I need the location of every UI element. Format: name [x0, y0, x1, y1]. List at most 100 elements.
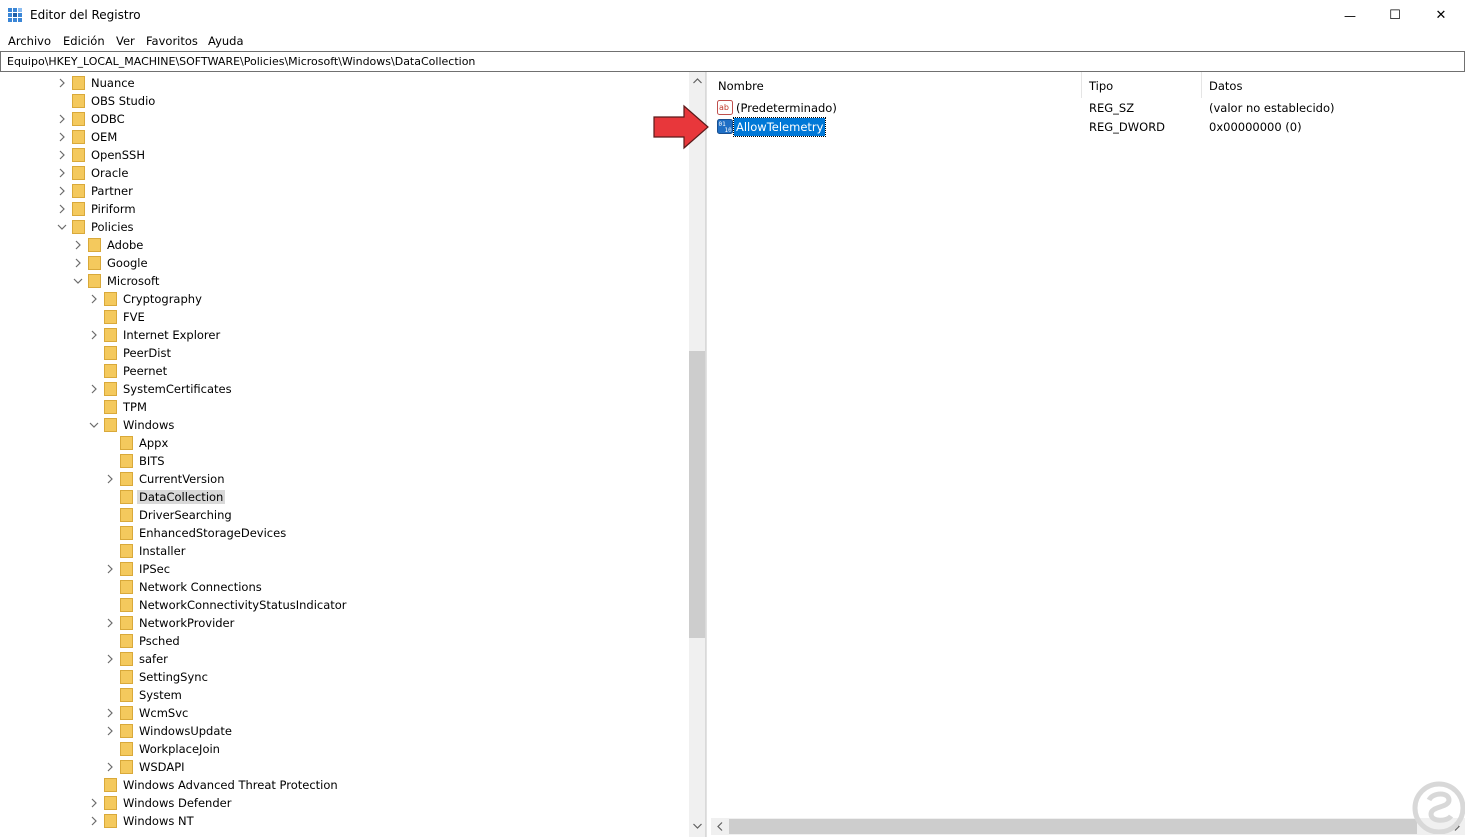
- column-separator[interactable]: [1081, 72, 1082, 98]
- chevron-right-icon[interactable]: [57, 149, 67, 161]
- list-scroll-thumb[interactable]: [729, 819, 1417, 834]
- chevron-right-icon[interactable]: [57, 113, 67, 125]
- folder-icon: [88, 256, 101, 270]
- tree-item[interactable]: TPM: [0, 398, 689, 416]
- chevron-right-icon[interactable]: [89, 329, 99, 341]
- tree-item[interactable]: Windows: [0, 416, 689, 434]
- tree-item[interactable]: Windows Defender: [0, 794, 689, 812]
- list-horizontal-scrollbar[interactable]: [711, 818, 1465, 835]
- tree-item[interactable]: OEM: [0, 128, 689, 146]
- tree-item[interactable]: Peernet: [0, 362, 689, 380]
- chevron-right-icon[interactable]: [105, 707, 115, 719]
- chevron-right-icon[interactable]: [105, 725, 115, 737]
- menu-ver[interactable]: Ver: [116, 34, 135, 48]
- tree-item[interactable]: Adobe: [0, 236, 689, 254]
- tree-item[interactable]: Partner: [0, 182, 689, 200]
- list-row[interactable]: ab (Predeterminado) REG_SZ (valor no est…: [711, 98, 1465, 117]
- tree-item[interactable]: DataCollection: [0, 488, 689, 506]
- tree-vertical-scrollbar[interactable]: [689, 72, 705, 837]
- tree-item[interactable]: WindowsUpdate: [0, 722, 689, 740]
- tree-item[interactable]: Installer: [0, 542, 689, 560]
- chevron-down-icon[interactable]: [89, 419, 99, 431]
- scroll-down-icon[interactable]: [689, 817, 705, 834]
- tree-item[interactable]: Windows NT: [0, 812, 689, 830]
- tree-item[interactable]: ODBC: [0, 110, 689, 128]
- tree-item[interactable]: Nuance: [0, 74, 689, 92]
- tree-item[interactable]: EnhancedStorageDevices: [0, 524, 689, 542]
- tree-item[interactable]: Network Connections: [0, 578, 689, 596]
- folder-icon: [104, 400, 117, 414]
- maximize-button[interactable]: ☐: [1372, 0, 1418, 31]
- menu-archivo[interactable]: Archivo: [8, 34, 51, 48]
- address-bar[interactable]: Equipo\HKEY_LOCAL_MACHINE\SOFTWARE\Polic…: [0, 51, 1465, 72]
- folder-icon: [120, 652, 133, 666]
- list-row[interactable]: 01 10 AllowTelemetry REG_DWORD 0x0000000…: [711, 117, 1465, 137]
- chevron-right-icon[interactable]: [105, 473, 115, 485]
- chevron-right-icon[interactable]: [89, 815, 99, 827]
- minimize-button[interactable]: —: [1327, 0, 1373, 31]
- tree-item[interactable]: Psched: [0, 632, 689, 650]
- tree-item[interactable]: WcmSvc: [0, 704, 689, 722]
- menu-ayuda[interactable]: Ayuda: [208, 34, 244, 48]
- tree-item-label: EnhancedStorageDevices: [139, 526, 287, 540]
- chevron-right-icon[interactable]: [57, 185, 67, 197]
- chevron-right-icon[interactable]: [89, 797, 99, 809]
- tree-item[interactable]: WorkplaceJoin: [0, 740, 689, 758]
- chevron-down-icon[interactable]: [73, 275, 83, 287]
- chevron-right-icon[interactable]: [57, 77, 67, 89]
- tree-item[interactable]: Windows Advanced Threat Protection: [0, 776, 689, 794]
- chevron-right-icon[interactable]: [105, 563, 115, 575]
- tree-item[interactable]: OBS Studio: [0, 92, 689, 110]
- folder-icon: [72, 76, 85, 90]
- chevron-right-icon[interactable]: [105, 617, 115, 629]
- tree-item-label: ODBC: [91, 112, 125, 126]
- tree-item[interactable]: SettingSync: [0, 668, 689, 686]
- tree-item[interactable]: DriverSearching: [0, 506, 689, 524]
- tree-scroll-thumb[interactable]: [689, 351, 705, 638]
- chevron-right-icon[interactable]: [57, 167, 67, 179]
- tree-item[interactable]: Microsoft: [0, 272, 689, 290]
- tree-item[interactable]: NetworkConnectivityStatusIndicator: [0, 596, 689, 614]
- value-name: (Predeterminado): [736, 101, 837, 115]
- chevron-right-icon[interactable]: [89, 383, 99, 395]
- registry-editor-icon: [8, 8, 22, 22]
- tree-item[interactable]: Google: [0, 254, 689, 272]
- chevron-right-icon[interactable]: [89, 293, 99, 305]
- folder-icon: [120, 526, 133, 540]
- tree-item[interactable]: Policies: [0, 218, 689, 236]
- tree-item[interactable]: OpenSSH: [0, 146, 689, 164]
- tree-item[interactable]: FVE: [0, 308, 689, 326]
- chevron-down-icon[interactable]: [57, 221, 67, 233]
- chevron-right-icon[interactable]: [73, 257, 83, 269]
- column-separator[interactable]: [1201, 72, 1202, 98]
- tree-item[interactable]: SystemCertificates: [0, 380, 689, 398]
- tree-item[interactable]: Appx: [0, 434, 689, 452]
- tree-item[interactable]: IPSec: [0, 560, 689, 578]
- tree-item[interactable]: System: [0, 686, 689, 704]
- tree-item[interactable]: WSDAPI: [0, 758, 689, 776]
- menu-favoritos[interactable]: Favoritos: [146, 34, 198, 48]
- column-header-datos[interactable]: Datos: [1209, 79, 1242, 93]
- tree-item[interactable]: Internet Explorer: [0, 326, 689, 344]
- tree-item[interactable]: Oracle: [0, 164, 689, 182]
- tree-item[interactable]: NetworkProvider: [0, 614, 689, 632]
- tree-item[interactable]: Cryptography: [0, 290, 689, 308]
- scroll-left-icon[interactable]: [711, 818, 728, 835]
- tree-item-label: System: [139, 688, 182, 702]
- minimize-icon: —: [1344, 8, 1356, 23]
- menu-edicion[interactable]: Edición: [63, 34, 105, 48]
- tree-item[interactable]: safer: [0, 650, 689, 668]
- chevron-right-icon[interactable]: [105, 653, 115, 665]
- column-header-tipo[interactable]: Tipo: [1089, 79, 1113, 93]
- chevron-right-icon[interactable]: [73, 239, 83, 251]
- close-button[interactable]: ✕: [1418, 0, 1464, 31]
- column-header-nombre[interactable]: Nombre: [718, 79, 764, 93]
- tree-item[interactable]: CurrentVersion: [0, 470, 689, 488]
- tree-item[interactable]: PeerDist: [0, 344, 689, 362]
- chevron-right-icon[interactable]: [57, 131, 67, 143]
- chevron-right-icon[interactable]: [105, 761, 115, 773]
- tree-item[interactable]: BITS: [0, 452, 689, 470]
- tree-item[interactable]: Piriform: [0, 200, 689, 218]
- chevron-right-icon[interactable]: [57, 203, 67, 215]
- scroll-up-icon[interactable]: [689, 72, 705, 89]
